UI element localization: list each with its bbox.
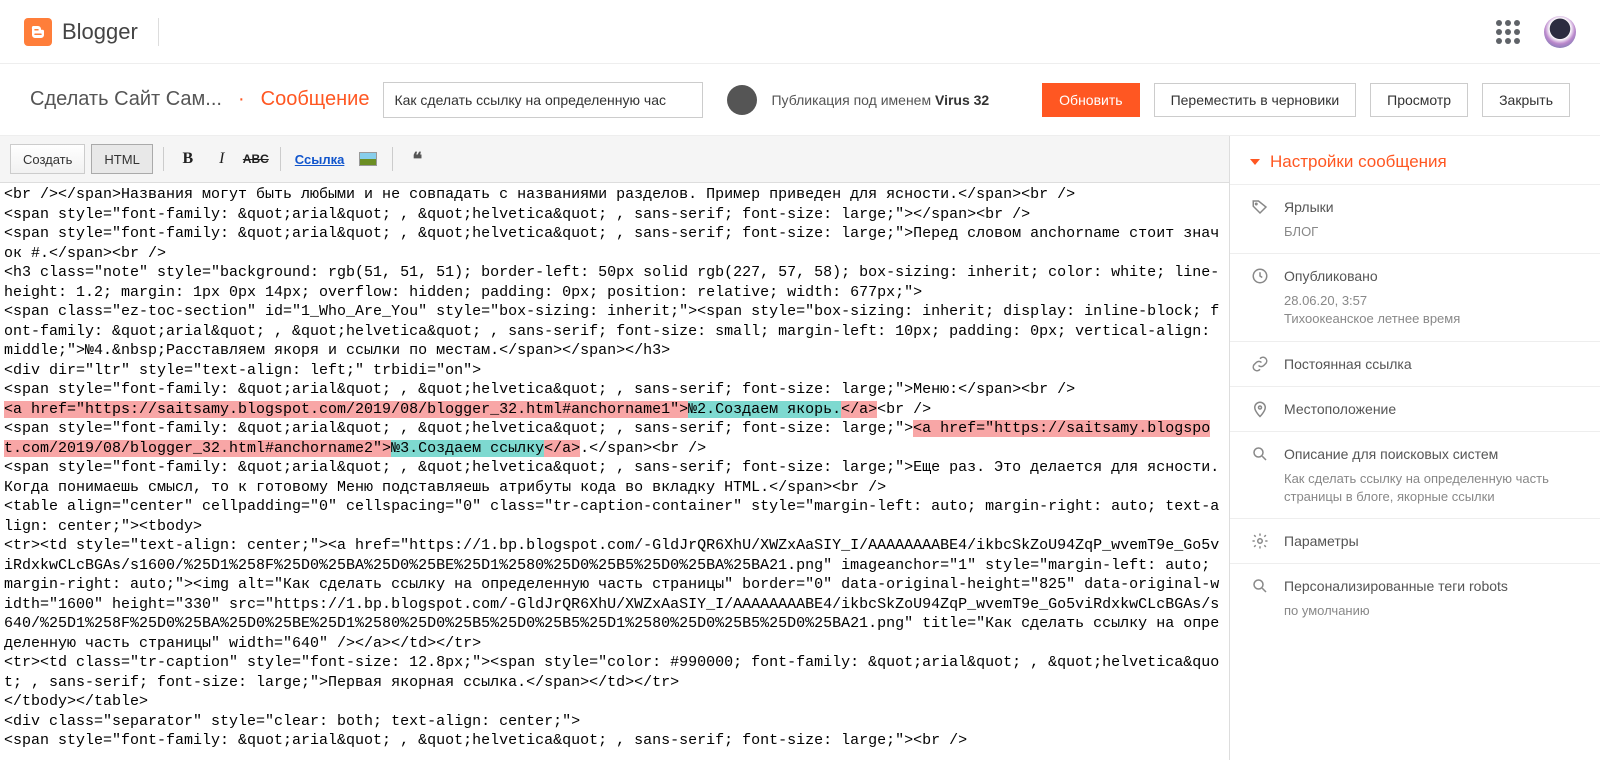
editor-pane: Создать HTML B I ABC Ссылка ❝ <br /></sp… [0, 136, 1230, 760]
settings-header[interactable]: Настройки сообщения [1230, 136, 1600, 184]
blog-title[interactable]: Сделать Сайт Сам... [30, 88, 222, 111]
separator-dot: · [238, 88, 245, 111]
published-date: 28.06.20, 3:57 [1250, 286, 1580, 310]
link-icon [1250, 354, 1270, 374]
labels-value: БЛОГ [1250, 217, 1580, 241]
publish-as-label: Публикация под именем Virus 32 [771, 92, 989, 108]
clock-icon [1250, 266, 1270, 286]
gear-icon [1250, 531, 1270, 551]
tag-icon [1250, 197, 1270, 217]
preview-button[interactable]: Просмотр [1370, 83, 1468, 117]
settings-header-label: Настройки сообщения [1270, 152, 1447, 172]
divider [158, 18, 159, 46]
profile-avatar[interactable] [1544, 16, 1576, 48]
compose-tab[interactable]: Создать [10, 144, 85, 174]
highlighted-anchor-close: </a> [544, 440, 580, 457]
robots-value: по умолчанию [1250, 596, 1580, 620]
link-button[interactable]: Ссылка [291, 145, 349, 173]
strikethrough-icon[interactable]: ABC [242, 145, 270, 173]
page-type-label: Сообщение [261, 88, 370, 111]
html-tab[interactable]: HTML [91, 144, 152, 174]
publish-as-name: Virus 32 [935, 92, 989, 108]
toolbar-separator [163, 147, 164, 171]
search-description-section[interactable]: Описание для поисковых систем Как сделат… [1230, 431, 1600, 518]
location-section[interactable]: Местоположение [1230, 386, 1600, 431]
options-title: Параметры [1284, 533, 1359, 549]
robots-section[interactable]: Персонализированные теги robots по умолч… [1230, 563, 1600, 632]
move-to-drafts-button[interactable]: Переместить в черновики [1154, 83, 1357, 117]
highlighted-anchor-open: <a href="https://saitsamy.blogspot.com/2… [4, 401, 688, 418]
app-name: Blogger [62, 19, 138, 45]
editor-toolbar: Создать HTML B I ABC Ссылка ❝ [0, 136, 1229, 183]
options-section[interactable]: Параметры [1230, 518, 1600, 563]
update-button[interactable]: Обновить [1042, 83, 1139, 117]
published-section[interactable]: Опубликовано 28.06.20, 3:57 Тихоокеанско… [1230, 253, 1600, 340]
italic-icon[interactable]: I [208, 145, 236, 173]
published-title: Опубликовано [1284, 268, 1378, 284]
location-title: Местоположение [1284, 401, 1396, 417]
post-settings-panel: Настройки сообщения Ярлыки БЛОГ Опублико… [1230, 136, 1600, 760]
quote-icon[interactable]: ❝ [403, 145, 431, 173]
robots-title: Персонализированные теги robots [1284, 578, 1508, 594]
highlighted-anchor-text: №2.Создаем якорь. [688, 401, 841, 418]
search-icon [1250, 576, 1270, 596]
labels-section[interactable]: Ярлыки БЛОГ [1230, 184, 1600, 253]
location-pin-icon [1250, 399, 1270, 419]
labels-title: Ярлыки [1284, 199, 1334, 215]
main: Создать HTML B I ABC Ссылка ❝ <br /></sp… [0, 136, 1600, 760]
search-desc-title: Описание для поисковых систем [1284, 446, 1498, 462]
blogger-logo-icon [24, 18, 52, 46]
bold-icon[interactable]: B [174, 145, 202, 173]
topbar: Blogger [0, 0, 1600, 64]
blogger-logo[interactable]: Blogger [24, 18, 138, 46]
apps-grid-icon[interactable] [1496, 20, 1520, 44]
highlighted-anchor-text: №3.Создаем ссылку [391, 440, 544, 457]
code-editor-wrap: <br /></span>Названия могут быть любыми … [0, 183, 1229, 760]
close-button[interactable]: Закрыть [1482, 83, 1570, 117]
published-timezone: Тихоокеанское летнее время [1250, 310, 1580, 328]
permalink-section[interactable]: Постоянная ссылка [1230, 341, 1600, 386]
chevron-down-icon [1250, 159, 1260, 165]
post-title-input[interactable] [383, 82, 703, 118]
html-code-editor[interactable]: <br /></span>Названия могут быть любыми … [0, 183, 1229, 760]
author-avatar [727, 85, 757, 115]
search-desc-value: Как сделать ссылку на определенную часть… [1250, 464, 1580, 506]
image-icon[interactable] [354, 145, 382, 173]
actionbar: Сделать Сайт Сам... · Сообщение Публикац… [0, 64, 1600, 136]
toolbar-separator [280, 147, 281, 171]
toolbar-separator [392, 147, 393, 171]
permalink-title: Постоянная ссылка [1284, 356, 1412, 372]
search-icon [1250, 444, 1270, 464]
publish-as-prefix: Публикация под именем [771, 92, 935, 108]
highlighted-anchor-close: </a> [841, 401, 877, 418]
